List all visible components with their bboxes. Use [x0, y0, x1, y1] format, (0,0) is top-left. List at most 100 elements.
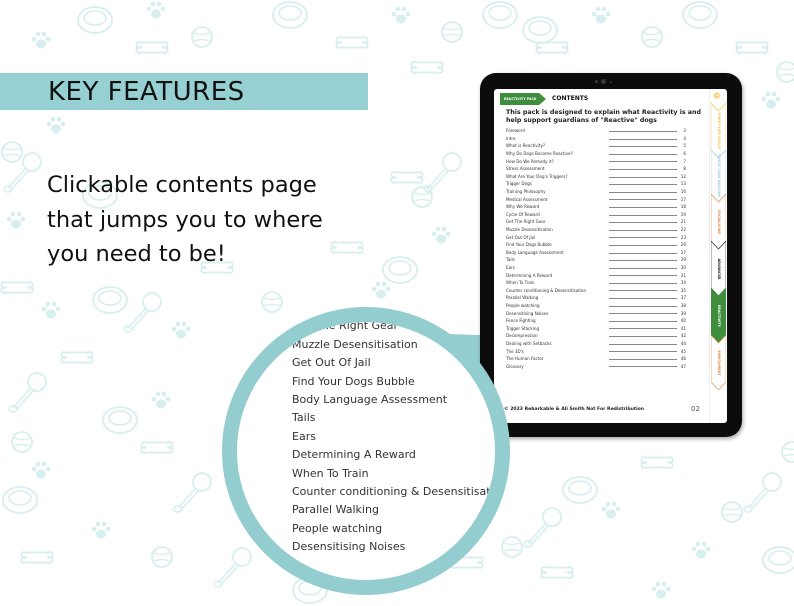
toc-link[interactable]: Muzzle Desensitisation 22	[506, 226, 686, 234]
toc-leader-line	[609, 214, 677, 216]
toc-page-number: 6	[683, 151, 686, 157]
toc-link[interactable]: Counter conditioning & Desensitisation 35	[506, 286, 686, 294]
copyright-footer: © 2023 Rebarkable & Ali Smith Not For Re…	[504, 407, 645, 412]
toc-title: Training Philosophy	[506, 189, 546, 195]
toc-title: What is Reactivity?	[506, 143, 546, 149]
toc-leader-line	[609, 267, 677, 269]
toc-link[interactable]: Trigger Stacking 41	[506, 324, 686, 332]
toc-link[interactable]: Ears 30	[506, 264, 686, 272]
toc-leader-line	[609, 298, 677, 300]
toc-link[interactable]: Why Do Dogs Become Reactive? 6	[506, 150, 686, 158]
toc-title: Trigger Dogs	[506, 181, 532, 187]
toc-link[interactable]: What Are Your Dog's Triggers? 12	[506, 173, 686, 181]
toc-link[interactable]: Intro 4	[506, 135, 686, 143]
toc-title: Body Language Assessment	[506, 249, 564, 255]
magnifier-circle: Cycle Of Reward Get The Right Gear Muzzle …	[222, 307, 510, 595]
toc-link[interactable]: Get The Right Gear 21	[506, 218, 686, 226]
toc-title: When To Train	[506, 280, 535, 286]
toc-link[interactable]: Cycle Of Reward 19	[506, 211, 686, 219]
toc-link[interactable]: Get Out Of Jail 23	[506, 233, 686, 241]
pack-tag: REACTIVITY PACK	[500, 93, 546, 105]
toc-title: Get Out Of Jail	[506, 234, 536, 240]
magnified-contents-list: Cycle Of Reward Get The Right Gear Muzzle …	[292, 322, 495, 556]
toc-leader-line	[609, 131, 677, 132]
toc-link[interactable]: Tails 29	[506, 256, 686, 264]
toc-link[interactable]: Find Your Dogs Bubble 26	[506, 241, 686, 249]
toc-link[interactable]: Decompression 42	[506, 332, 686, 340]
magnified-toc-item[interactable]: Muzzle Desensitisation	[292, 336, 495, 354]
toc-link[interactable]: Body Language Assessment 27	[506, 249, 686, 257]
toc-link[interactable]: What is Reactivity? 5	[506, 142, 686, 150]
magnified-toc-item[interactable]: Get Out Of Jail	[292, 354, 495, 372]
section-tab-label: SOCIALISING	[716, 209, 721, 234]
toc-link[interactable]: Dealing with Setbacks 44	[506, 340, 686, 348]
toc-leader-line	[609, 138, 677, 140]
section-tabs: ❁ PUPPY LIFE SKILLS LOOSE LEAD WALKING SOC…	[709, 89, 727, 423]
toc-link[interactable]: Why We Reward 18	[506, 203, 686, 211]
toc-title: Tails	[506, 257, 515, 263]
toc-link[interactable]: Foreword 3	[506, 127, 686, 135]
toc-title: Dealing with Setbacks	[506, 340, 552, 346]
toc-leader-line	[609, 252, 677, 254]
magnified-toc-item[interactable]: People watching	[292, 520, 495, 538]
toc-leader-line	[609, 343, 677, 345]
toc-page-number: 29	[680, 257, 686, 263]
magnified-toc-item[interactable]: Counter conditioning & Desensitisation	[292, 483, 495, 501]
toc-title: Fence Fighting	[506, 318, 536, 324]
feature-description: Clickable contents page that jumps you t…	[47, 172, 323, 267]
toc-leader-line	[609, 336, 677, 338]
toc-link[interactable]: When To Train 34	[506, 279, 686, 287]
toc-leader-line	[609, 244, 677, 246]
section-tab-label: ADVANCED	[716, 258, 721, 279]
toc-leader-line	[609, 366, 677, 368]
toc-title: Why We Reward	[506, 204, 540, 210]
toc-link[interactable]: People watching 38	[506, 302, 686, 310]
toc-link[interactable]: How Do We Remedy it? 7	[506, 157, 686, 165]
toc-leader-line	[609, 199, 677, 201]
toc-page-number: 45	[680, 348, 686, 354]
toc-leader-line	[609, 282, 677, 284]
toc-page-number: 35	[680, 287, 686, 293]
toc-link[interactable]: Parallel Walking 37	[506, 294, 686, 302]
toc-link[interactable]: Desensitising Noises 39	[506, 309, 686, 317]
toc-link[interactable]: The 3D's 45	[506, 347, 686, 355]
magnified-toc-item[interactable]: Determining A Reward	[292, 446, 495, 464]
toc-page-number: 37	[680, 295, 686, 301]
magnified-toc-item[interactable]: Parallel Walking	[292, 501, 495, 519]
contents-title: CONTENTS	[552, 95, 589, 102]
toc-page-number: 23	[680, 234, 686, 240]
toc-link[interactable]: Trigger Dogs 13	[506, 180, 686, 188]
toc-link[interactable]: The Human Factor 46	[506, 355, 686, 363]
toc-link[interactable]: Glossary 47	[506, 362, 686, 370]
toc-link[interactable]: Medical Assessment 17	[506, 195, 686, 203]
magnified-toc-item[interactable]: Ears	[292, 428, 495, 446]
pack-tag-label: REACTIVITY PACK	[504, 97, 537, 101]
toc-leader-line	[609, 222, 677, 224]
toc-page-number: 16	[680, 189, 686, 195]
toc-title: Trigger Stacking	[506, 325, 540, 331]
toc-title: Medical Assessment	[506, 196, 548, 202]
toc-page-number: 22	[680, 227, 686, 233]
toc-title: People watching	[506, 302, 540, 308]
toc-page-number: 40	[680, 318, 686, 324]
section-tab-enrichment[interactable]: ENRICHMENT	[711, 335, 726, 390]
magnified-toc-item[interactable]: Desensitising Noises	[292, 538, 495, 556]
toc-leader-line	[609, 320, 677, 322]
magnified-toc-item[interactable]: Tails	[292, 409, 495, 427]
camera-lens	[601, 79, 606, 84]
contents-intro: This pack is designed to explain what Re…	[506, 109, 702, 124]
toc-leader-line	[609, 260, 677, 262]
toc-link[interactable]: Determining A Reward 31	[506, 271, 686, 279]
toc-link[interactable]: Training Philosophy 16	[506, 188, 686, 196]
magnified-toc-item[interactable]: When To Train	[292, 465, 495, 483]
toc-link[interactable]: Stress Assessment 8	[506, 165, 686, 173]
toc-page-number: 42	[680, 333, 686, 339]
magnified-toc-item[interactable]: Find Your Dogs Bubble	[292, 373, 495, 391]
toc-page-number: 34	[680, 280, 686, 286]
toc-leader-line	[609, 358, 677, 360]
table-of-contents: Foreword 3 Intro 4 What is Reactivity? 5 Why D…	[506, 127, 686, 370]
toc-title: Counter conditioning & Desensitisation	[506, 287, 587, 293]
toc-link[interactable]: Fence Fighting 40	[506, 317, 686, 325]
magnified-toc-item[interactable]: Body Language Assessment	[292, 391, 495, 409]
toc-page-number: 12	[680, 173, 686, 179]
